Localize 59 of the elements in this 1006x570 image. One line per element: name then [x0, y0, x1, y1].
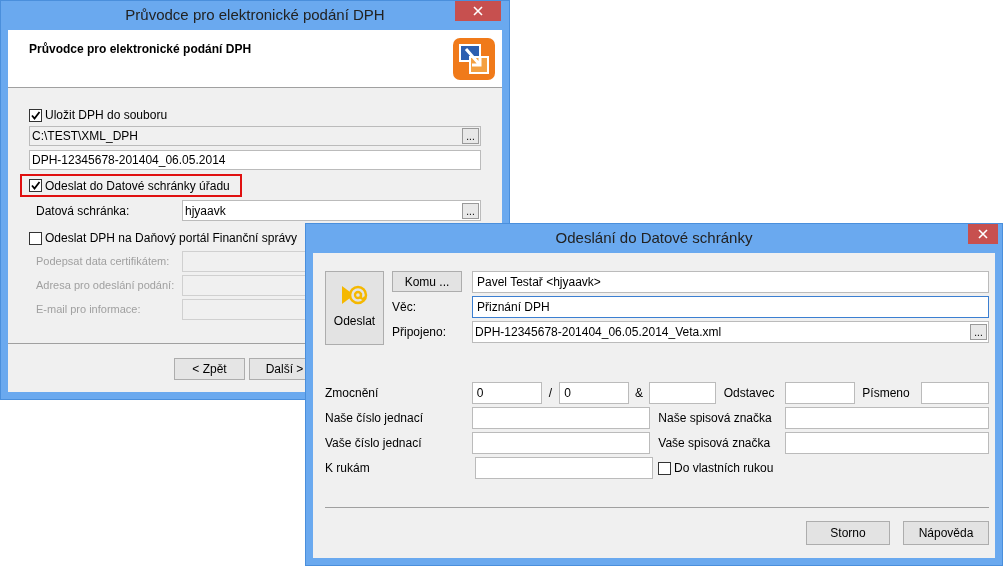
field-label: Naše spisová značka — [658, 410, 773, 427]
recipient-field[interactable]: Pavel Testař <hjyaavk> — [472, 271, 989, 293]
field-label: E-mail pro informace: — [35, 302, 142, 318]
browse-button[interactable]: ... — [462, 202, 479, 219]
header-title: Průvodce pro elektronické podání DPH — [29, 41, 252, 58]
separator-text: & — [634, 385, 644, 402]
attachment-field[interactable]: DPH-12345678-201404_06.05.2014_Veta.xml ... — [472, 321, 989, 343]
field-label: Připojeno: — [392, 324, 448, 341]
field-label: Adresa pro odeslání podání: — [35, 278, 176, 294]
checkbox-label: Odeslat do Datové schránky úřadu — [45, 177, 230, 195]
field-label: K rukám — [325, 460, 371, 477]
horn-icon — [340, 284, 369, 306]
field-label: Věc: — [392, 299, 417, 316]
input-field[interactable] — [785, 432, 989, 454]
input-field[interactable] — [472, 432, 651, 454]
window-title: Odeslání do Datové schránky — [555, 228, 753, 249]
field-label: Podepsat data certifikátem: — [35, 254, 171, 270]
send-button[interactable]: Odeslat — [325, 271, 384, 345]
field-label: Zmocnění — [325, 385, 380, 402]
checkbox-label: Do vlastních rukou — [674, 460, 774, 477]
number-field[interactable]: 0 — [471, 382, 542, 404]
dialog-button[interactable]: Nápověda — [903, 521, 989, 545]
field-label: Odstavec — [723, 385, 776, 402]
filename-field[interactable]: DPH-12345678-201404_06.05.2014 — [29, 150, 481, 170]
databox-field[interactable]: hjyaavk ... — [182, 200, 481, 221]
input-field[interactable] — [648, 382, 716, 404]
checkbox-label: Uložit DPH do souboru — [45, 107, 168, 124]
window-title: Průvodce pro elektronické podání DPH — [125, 5, 385, 26]
checkbox-label: Odeslat DPH na Daňový portál Finanční správy — [45, 230, 298, 247]
checkbox[interactable] — [29, 179, 42, 192]
separator-text: / — [547, 385, 554, 402]
field-label: Datová schránka: — [35, 202, 131, 220]
subject-field[interactable]: Přiznání DPH — [472, 296, 989, 318]
check-icon — [30, 180, 41, 191]
paragraph-field[interactable] — [785, 382, 856, 404]
close-icon — [473, 6, 483, 16]
close-button[interactable] — [968, 224, 998, 244]
checkbox[interactable] — [29, 108, 42, 122]
field-label: Naše číslo jednací — [325, 410, 425, 427]
checkbox[interactable] — [29, 231, 42, 245]
checkbox[interactable] — [658, 461, 671, 475]
input-field[interactable] — [472, 407, 651, 429]
to-button[interactable]: Komu ... — [392, 271, 462, 292]
wizard-icon — [452, 37, 496, 81]
check-icon — [30, 109, 41, 121]
wizard-button[interactable]: < Zpět — [174, 358, 245, 380]
path-field[interactable]: C:\TEST\XML_DPH ... — [29, 126, 481, 146]
browse-button[interactable]: ... — [462, 128, 479, 144]
input-field[interactable] — [475, 457, 653, 479]
field-label: Vaše spisová značka — [658, 435, 772, 452]
field-label: Vaše číslo jednací — [325, 435, 423, 452]
close-button[interactable] — [455, 1, 501, 21]
dialog-button[interactable]: Storno — [806, 521, 890, 545]
field-label: Písmeno — [862, 385, 911, 402]
input-field[interactable] — [785, 407, 989, 429]
year-field[interactable]: 0 — [559, 382, 630, 404]
letter-field[interactable] — [921, 382, 989, 404]
browse-button[interactable]: ... — [970, 324, 987, 340]
close-icon — [978, 229, 988, 239]
